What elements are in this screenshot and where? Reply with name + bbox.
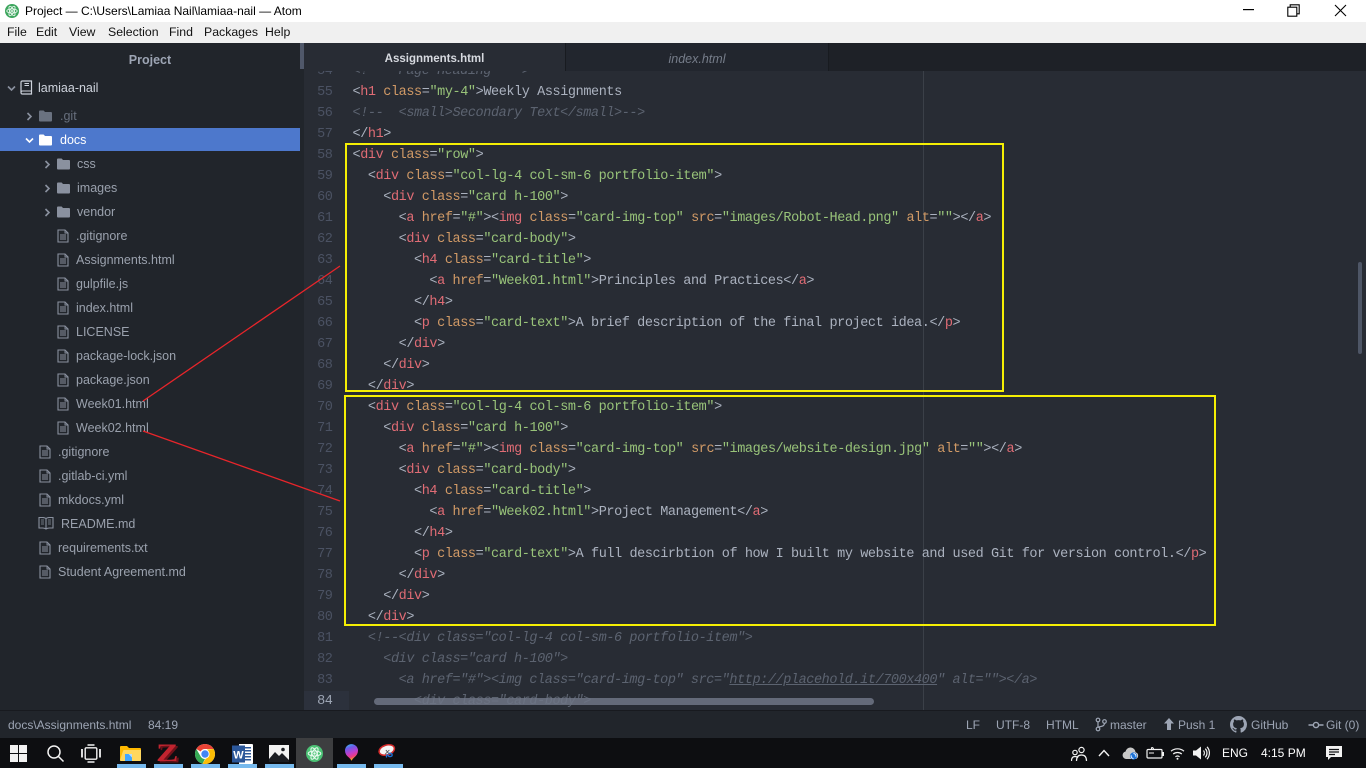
svg-text:W: W <box>233 750 244 762</box>
